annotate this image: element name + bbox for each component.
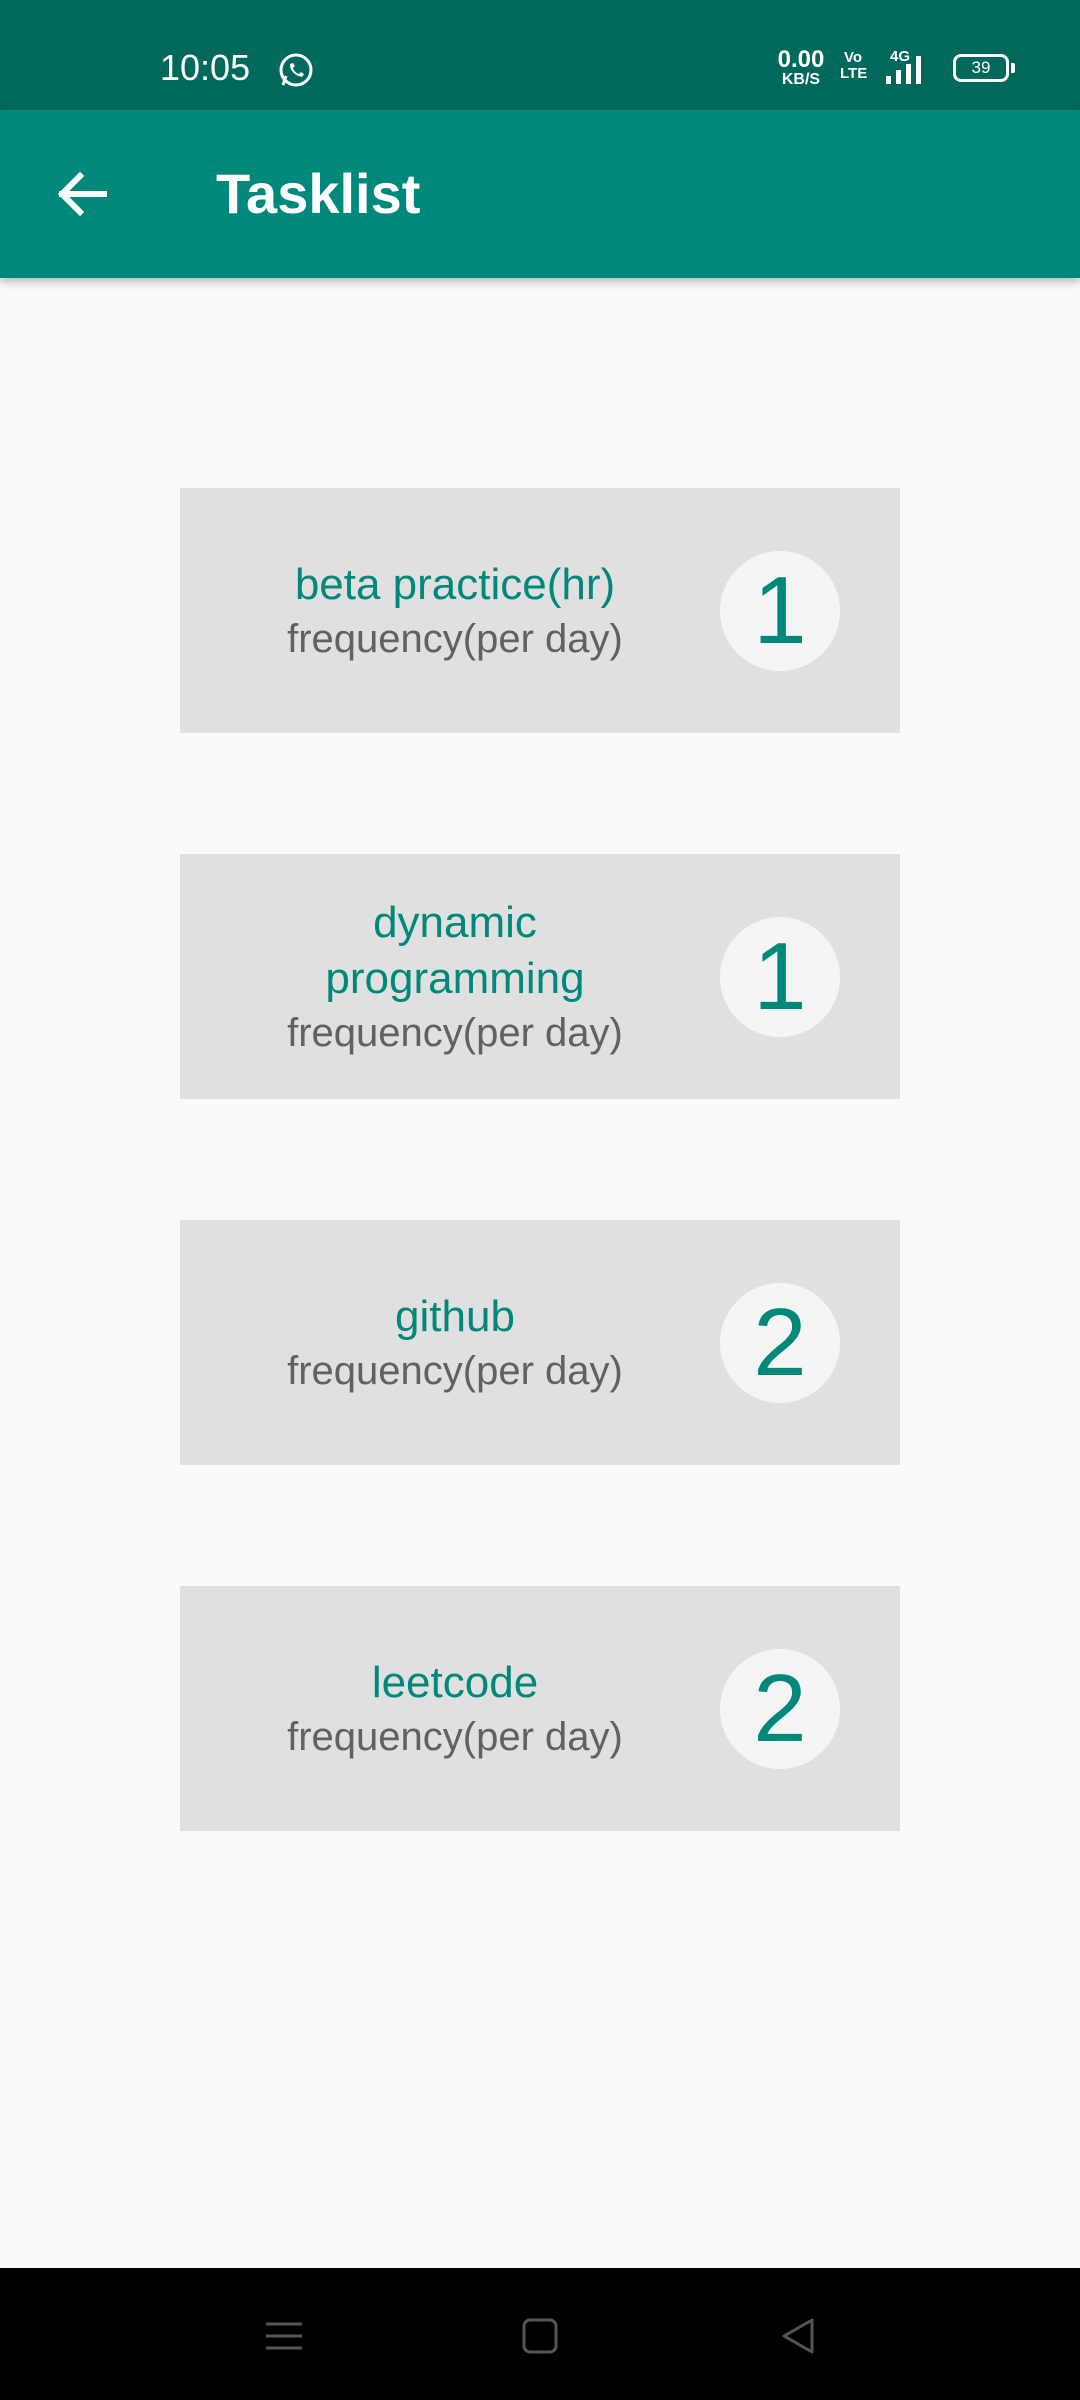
battery-icon: 39: [953, 54, 1015, 82]
task-card[interactable]: beta practice(hr) frequency(per day) 1: [180, 488, 900, 733]
home-icon: [522, 2318, 558, 2354]
menu-icon: [266, 2322, 302, 2350]
frequency-count: 1: [720, 917, 840, 1037]
task-name: leetcode: [371, 1657, 539, 1707]
whatsapp-icon: [276, 50, 316, 90]
frequency-count: 2: [720, 1649, 840, 1769]
task-card[interactable]: github frequency(per day) 2: [180, 1220, 900, 1465]
home-button[interactable]: [512, 2308, 568, 2364]
menu-button[interactable]: [256, 2308, 312, 2364]
page-title: Tasklist: [216, 162, 421, 225]
back-button[interactable]: [40, 154, 128, 234]
navigation-bar: [0, 2268, 1080, 2400]
system-back-button[interactable]: [770, 2308, 826, 2364]
arrow-left-icon: [57, 171, 107, 217]
task-frequency-label: frequency(per day): [287, 1348, 623, 1393]
network-speed: 0.00 KB/S: [777, 46, 825, 88]
task-text: github frequency(per day): [180, 1220, 730, 1465]
status-bar: 10:05 0.00 KB/S Vo LTE 4G 39: [0, 0, 1080, 110]
task-frequency-label: frequency(per day): [287, 1010, 623, 1055]
app-bar: Tasklist: [0, 110, 1080, 278]
frequency-count: 1: [720, 551, 840, 671]
task-text: leetcode frequency(per day): [180, 1586, 730, 1831]
back-triangle-icon: [782, 2318, 814, 2354]
task-name: github: [395, 1291, 515, 1341]
task-text: beta practice(hr) frequency(per day): [180, 488, 730, 733]
status-time: 10:05: [160, 47, 251, 88]
task-card[interactable]: dynamic programming frequency(per day) 1: [180, 854, 900, 1099]
signal-icon: 4G: [882, 48, 938, 88]
task-name: dynamic programming: [325, 897, 585, 1003]
task-name: beta practice(hr): [294, 559, 616, 609]
volte-indicator: Vo LTE: [840, 49, 868, 82]
task-card[interactable]: leetcode frequency(per day) 2: [180, 1586, 900, 1831]
task-frequency-label: frequency(per day): [287, 616, 623, 661]
task-text: dynamic programming frequency(per day): [180, 854, 730, 1099]
frequency-count: 2: [720, 1283, 840, 1403]
task-frequency-label: frequency(per day): [287, 1714, 623, 1759]
